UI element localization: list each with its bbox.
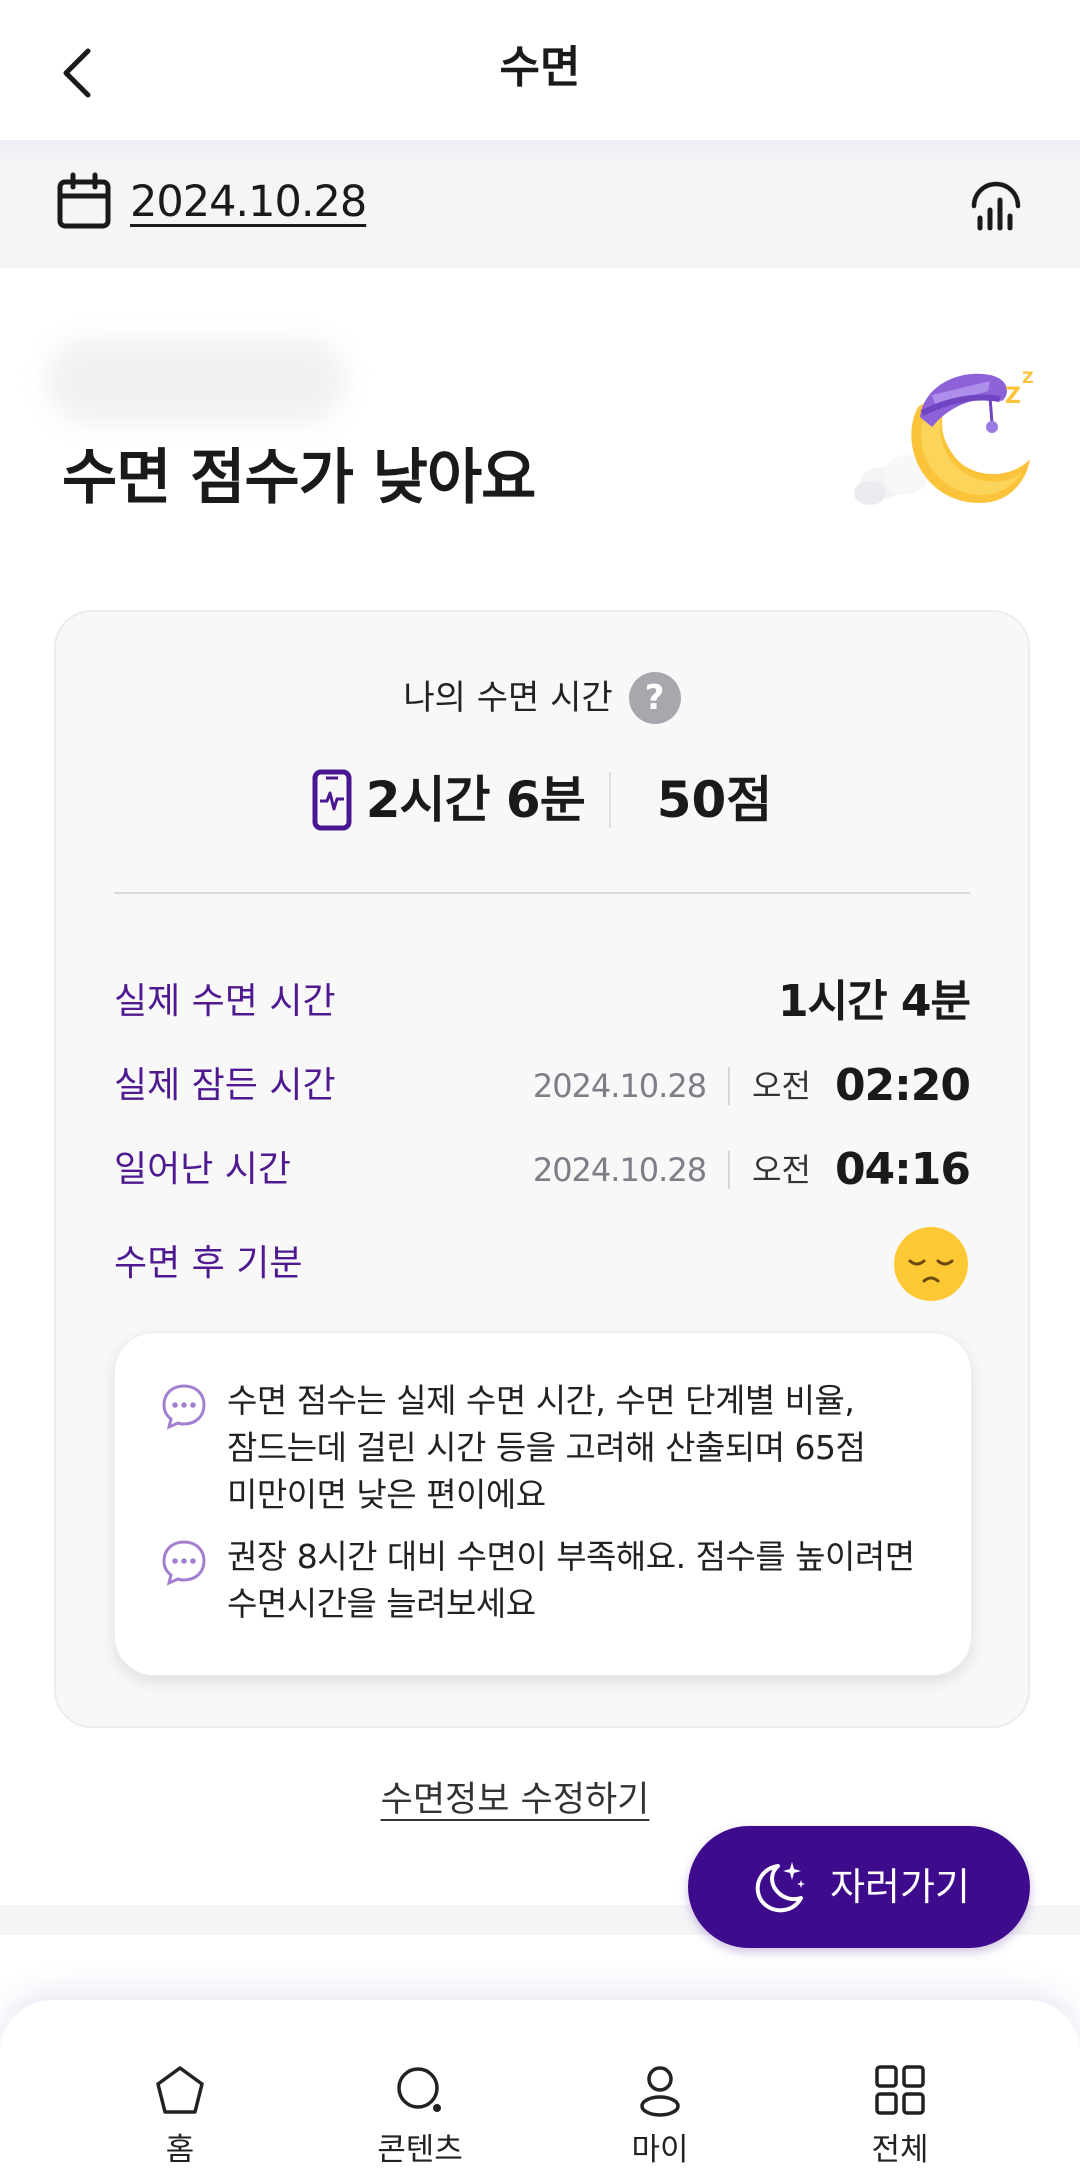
nav-item-all[interactable]: 전체 (820, 2000, 980, 2182)
blurred-user-name (46, 338, 346, 424)
sleep-headline: 수면 점수가 낮아요 (62, 443, 536, 513)
date-selector[interactable]: 2024.10.28 (130, 174, 367, 230)
grid-icon (875, 2065, 925, 2115)
go-to-sleep-button[interactable]: 자러가기 (688, 1826, 1030, 1948)
svg-text:Z: Z (1005, 384, 1021, 409)
actual-sleep-value: 1시간 4분 (778, 976, 971, 1027)
woke-up-label: 일어난 시간 (114, 1149, 292, 1190)
nav-label-all: 전체 (871, 2132, 929, 2168)
svg-text:Z: Z (1022, 368, 1034, 387)
chat-bubble-icon (162, 1384, 206, 1430)
sleep-summary-card: 나의 수면 시간 ? 2시간 6분 50점 실제 수면 시간 1시간 4분 실제… (54, 610, 1030, 1728)
summary-divider (608, 772, 611, 828)
nav-label-home: 홈 (165, 2132, 195, 2168)
nav-item-my[interactable]: 마이 (580, 2000, 740, 2182)
calendar-icon[interactable] (56, 172, 112, 232)
notice-text: 권장 8시간 대비 수면이 부족해요. 점수를 높이려면 수면시간을 늘려보세요 (227, 1537, 915, 1623)
notice-item: 수면 점수는 실제 수면 시간, 수면 단계별 비율, 잠드는데 걸린 시간 등… (159, 1377, 931, 1518)
go-to-sleep-label: 자러가기 (830, 1865, 970, 1909)
woke-up-ampm: 오전 (752, 1151, 811, 1189)
mood-row: 수면 후 기분 (114, 1227, 970, 1301)
bottom-navigation: 홈 콘텐츠 마이 전체 (0, 2000, 1080, 2182)
total-sleep-time: 2시간 6분 (365, 771, 586, 829)
row-divider (728, 1067, 731, 1105)
notice-text: 수면 점수는 실제 수면 시간, 수면 단계별 비율, 잠드는데 걸린 시간 등… (227, 1381, 866, 1514)
help-icon[interactable]: ? (628, 672, 681, 724)
card-divider (114, 892, 970, 894)
actual-sleep-row: 실제 수면 시간 1시간 4분 (114, 972, 971, 1032)
fell-asleep-date: 2024.10.28 (532, 1067, 707, 1105)
search-content-icon (397, 2067, 441, 2112)
home-icon (156, 2066, 204, 2114)
woke-up-time: 04:16 (834, 1144, 971, 1195)
card-title-row: 나의 수면 시간 ? (56, 672, 1028, 724)
fell-asleep-ampm: 오전 (752, 1067, 811, 1105)
date-bar: 2024.10.28 (0, 140, 1080, 268)
chat-bubble-icon (162, 1540, 206, 1586)
row-divider (728, 1151, 731, 1189)
app-header: 수면 (0, 0, 1080, 140)
actual-sleep-label: 실제 수면 시간 (114, 981, 336, 1022)
sleep-score: 50점 (656, 771, 773, 829)
nav-item-home[interactable]: 홈 (100, 2000, 260, 2182)
sleeping-moon-icon: Z Z (854, 368, 1034, 505)
sleep-summary-row: 2시간 6분 50점 (56, 760, 1028, 840)
fell-asleep-row: 실제 잠든 시간 2024.10.28 오전 02:20 (114, 1056, 971, 1116)
notice-item: 권장 8시간 대비 수면이 부족해요. 점수를 높이려면 수면시간을 늘려보세요 (159, 1533, 931, 1627)
woke-up-row: 일어난 시간 2024.10.28 오전 04:16 (114, 1140, 971, 1200)
edit-sleep-info-link[interactable]: 수면정보 수정하기 (0, 1772, 1030, 1828)
score-notice-box: 수면 점수는 실제 수면 시간, 수면 단계별 비율, 잠드는데 걸린 시간 등… (114, 1332, 972, 1676)
mood-label: 수면 후 기분 (114, 1243, 303, 1284)
fell-asleep-time: 02:20 (834, 1060, 971, 1111)
nav-label-contents: 콘텐츠 (377, 2132, 463, 2168)
moon-stars-icon (755, 1862, 806, 1913)
card-title: 나의 수면 시간 (403, 678, 613, 718)
phone-heartbeat-icon (312, 769, 352, 831)
person-icon (640, 2066, 680, 2117)
woke-up-date: 2024.10.28 (532, 1151, 707, 1189)
nav-item-contents[interactable]: 콘텐츠 (340, 2000, 500, 2182)
bar-chart-icon[interactable] (968, 176, 1024, 232)
fell-asleep-label: 실제 잠든 시간 (114, 1065, 336, 1106)
page-title: 수면 (499, 42, 581, 93)
sleepy-face-icon[interactable] (892, 1225, 970, 1303)
nav-label-my: 마이 (631, 2132, 689, 2168)
